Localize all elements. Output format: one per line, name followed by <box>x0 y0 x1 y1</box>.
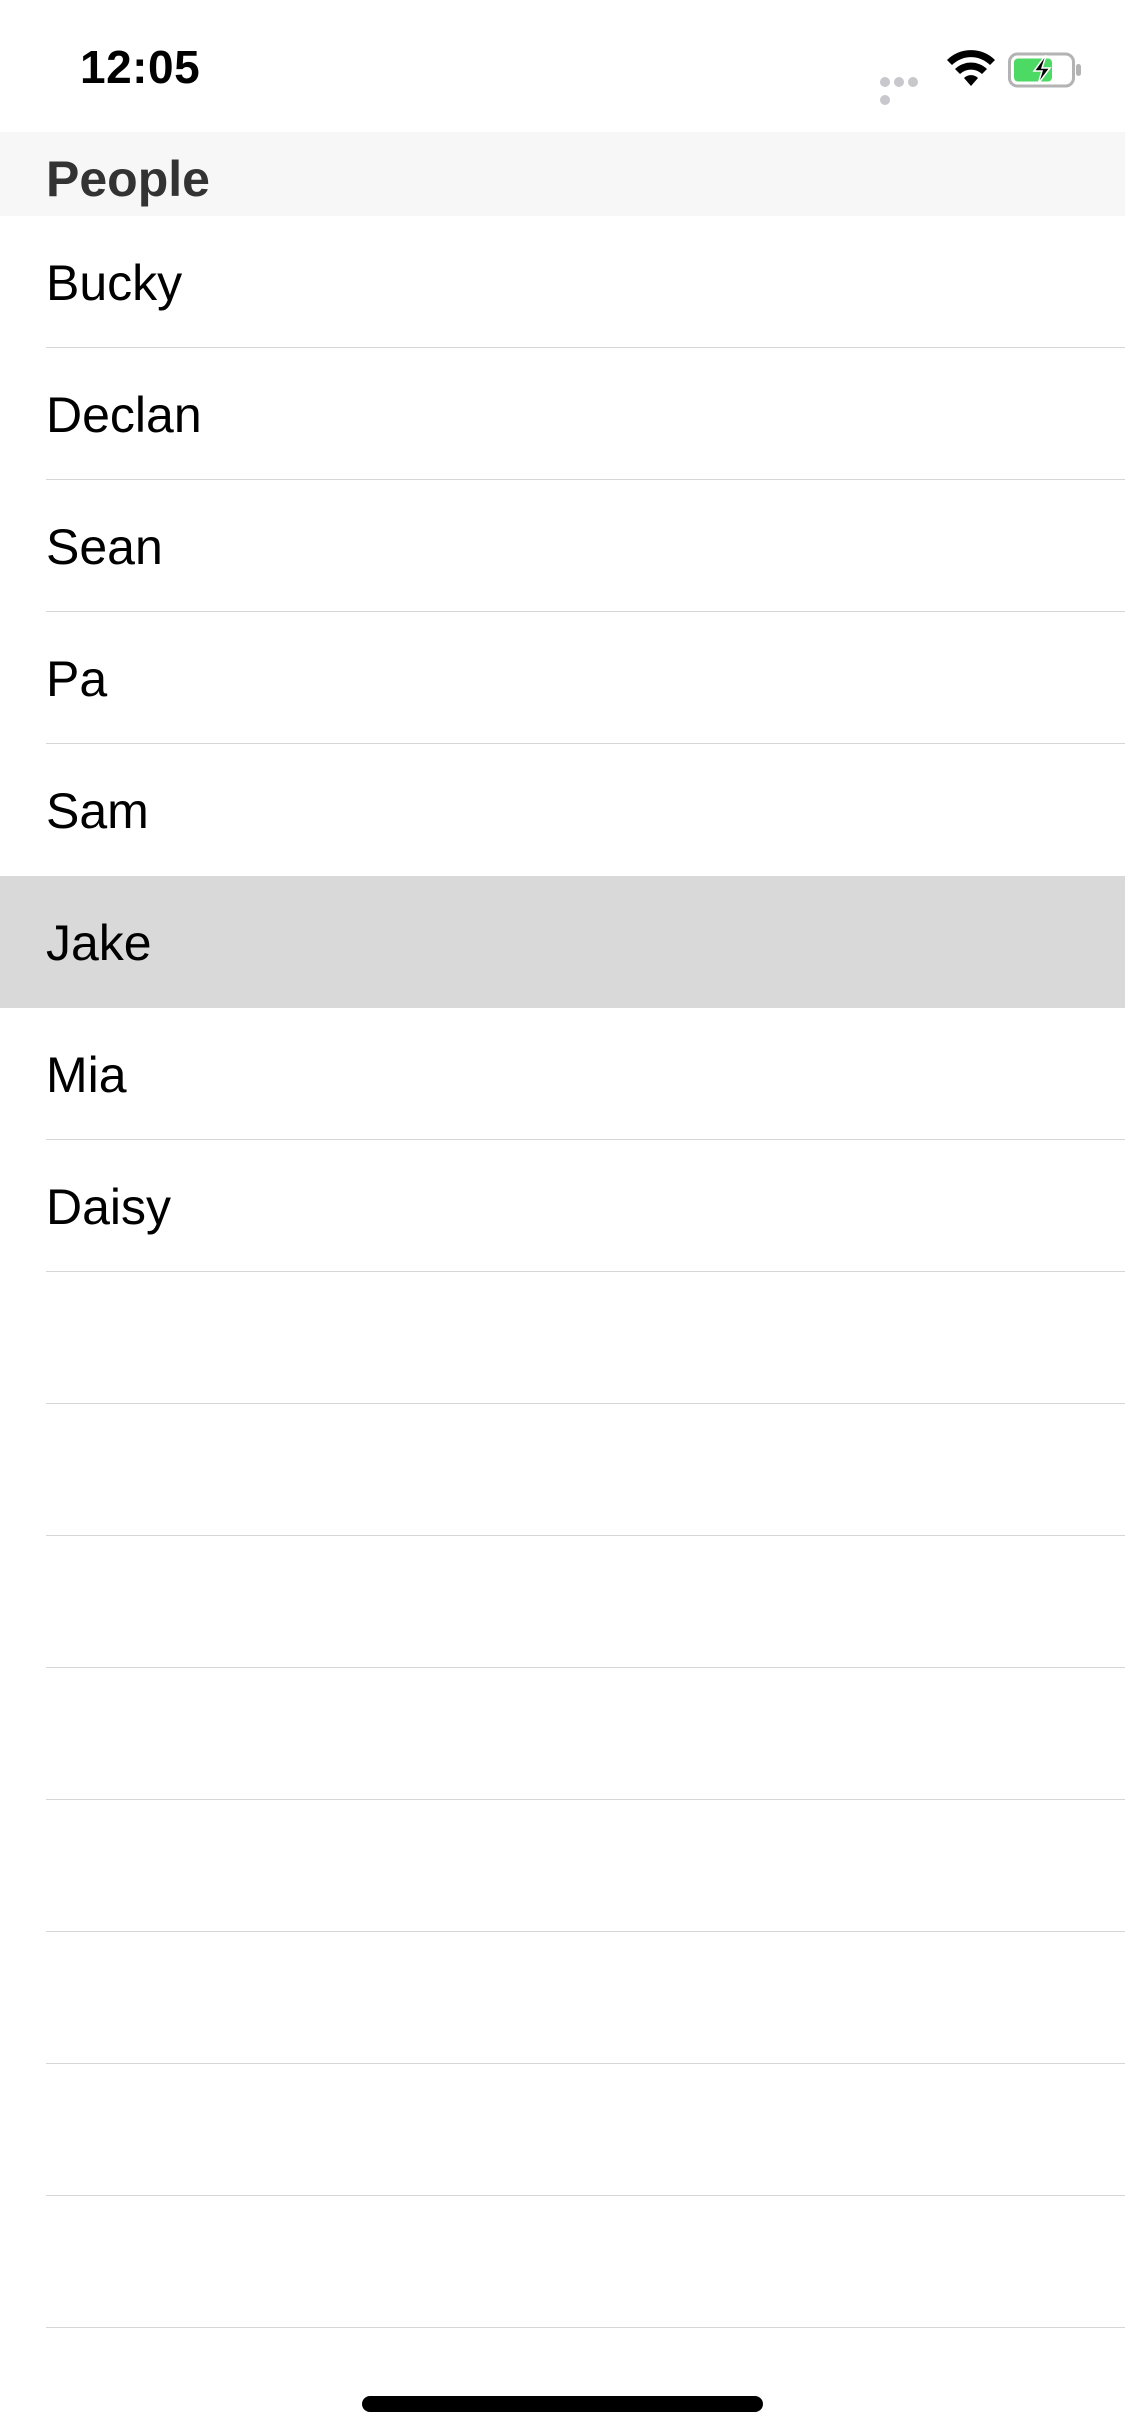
list-item-label: Pa <box>46 651 108 707</box>
list-item-label: Daisy <box>46 1179 172 1235</box>
empty-list-row <box>0 1668 1125 1800</box>
list-item[interactable]: Pa <box>0 612 1125 744</box>
list-item-label: Bucky <box>46 255 183 311</box>
empty-list-row <box>0 1800 1125 1932</box>
list-item[interactable]: Bucky <box>0 216 1125 348</box>
screen: 12:05 People Bucky Declan Sean Pa Sam Jake Mia… <box>0 0 1125 2436</box>
list-item-label: Mia <box>46 1047 127 1103</box>
wifi-icon <box>947 50 995 86</box>
status-bar: 12:05 <box>0 0 1125 132</box>
battery-charging-icon <box>1008 52 1081 88</box>
list-item[interactable]: Daisy <box>0 1140 1125 1272</box>
list-item[interactable]: Sam <box>0 744 1125 876</box>
section-header: People <box>0 132 1125 216</box>
list-item[interactable]: Mia <box>0 1008 1125 1140</box>
home-indicator[interactable] <box>362 2396 763 2412</box>
list-item-label: Sam <box>46 783 149 839</box>
status-time: 12:05 <box>80 41 201 93</box>
empty-list-row <box>0 1536 1125 1668</box>
list-item[interactable]: Sean <box>0 480 1125 612</box>
empty-list-row <box>0 2064 1125 2196</box>
signal-dots-icon <box>880 74 934 105</box>
list-item-label: Jake <box>46 915 152 971</box>
list-item-label: Sean <box>46 519 163 575</box>
list-item[interactable]: Declan <box>0 348 1125 480</box>
section-header-title: People <box>46 151 210 207</box>
empty-list-row <box>0 1404 1125 1536</box>
empty-list-row <box>0 1932 1125 2064</box>
empty-list-row <box>0 1272 1125 1404</box>
people-list: Bucky Declan Sean Pa Sam Jake Mia Daisy <box>0 216 1125 2328</box>
list-item[interactable]: Jake <box>0 876 1125 1008</box>
list-item-label: Declan <box>46 387 202 443</box>
row-separator <box>46 2327 1125 2328</box>
empty-list-row <box>0 2196 1125 2328</box>
